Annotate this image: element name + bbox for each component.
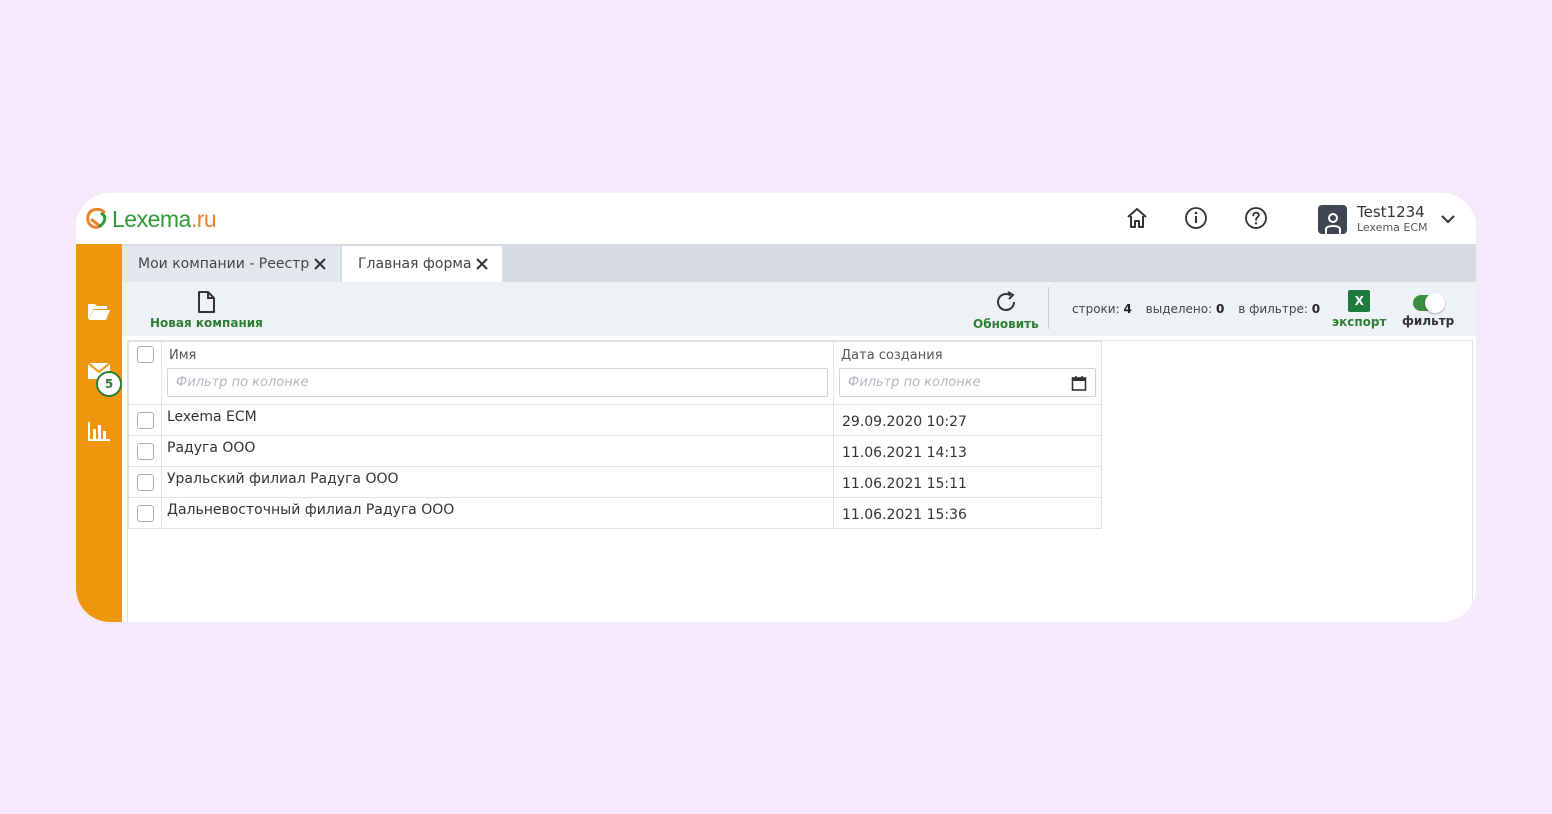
grid-stats: строки: 4 выделено: 0 в фильтре: 0 <box>1072 302 1330 316</box>
filtered-label: в фильтре: <box>1238 302 1308 316</box>
selected-value: 0 <box>1216 302 1225 316</box>
date-filter-input[interactable]: Фильтр по колонке <box>839 368 1096 397</box>
refresh-icon <box>996 291 1015 311</box>
refresh-button[interactable]: Обновить <box>973 290 1039 331</box>
tab-main-form[interactable]: Главная форма <box>342 246 502 282</box>
column-title-date: Дата создания <box>841 348 943 363</box>
rows-value: 4 <box>1123 302 1132 316</box>
table-row[interactable]: Радуга ООО 11.06.2021 14:13 <box>128 435 1102 467</box>
selected-label: выделено: <box>1145 302 1213 316</box>
select-all-cell <box>128 341 162 405</box>
column-title-name: Имя <box>169 348 197 363</box>
bar-chart-icon[interactable] <box>86 419 112 443</box>
row-select-cell <box>128 497 162 529</box>
refresh-label: Обновить <box>973 317 1039 331</box>
row-checkbox[interactable] <box>136 505 154 522</box>
help-icon[interactable] <box>1243 205 1269 231</box>
cell-date: 11.06.2021 15:11 <box>833 466 1102 498</box>
app-window: Lexema.ru Test1234 Lexema ECM 5 Мои комп… <box>76 193 1476 622</box>
cell-date: 11.06.2021 14:13 <box>833 435 1102 467</box>
user-icon <box>1324 212 1341 234</box>
filtered-value: 0 <box>1311 302 1321 316</box>
grid-container: Имя Фильтр по колонке Дата создания Филь… <box>127 340 1473 622</box>
cell-date: 29.09.2020 10:27 <box>833 404 1102 436</box>
new-company-button[interactable]: Новая компания <box>150 291 263 330</box>
column-header-date[interactable]: Дата создания Фильтр по колонке <box>833 341 1102 405</box>
cell-name: Дальневосточный филиал Радуга ООО <box>161 497 834 529</box>
user-org: Lexema ECM <box>1357 220 1428 234</box>
tab-bar: Мои компании - Реестр Главная форма <box>122 244 1476 282</box>
row-select-cell <box>128 435 162 467</box>
companies-grid: Имя Фильтр по колонке Дата создания Филь… <box>128 341 1102 529</box>
export-label: экспорт <box>1332 315 1387 329</box>
toolbar: Новая компания Обновить строки: 4 выделе… <box>122 282 1476 336</box>
row-select-cell <box>128 404 162 436</box>
close-icon[interactable] <box>312 256 328 272</box>
cell-date: 11.06.2021 15:36 <box>833 497 1102 529</box>
filter-label: фильтр <box>1402 314 1455 328</box>
table-row[interactable]: Уральский филиал Радуга ООО 11.06.2021 1… <box>128 466 1102 498</box>
cell-name: Lexema ECM <box>161 404 834 436</box>
logo[interactable]: Lexema.ru <box>84 203 217 235</box>
folder-open-icon[interactable] <box>86 299 112 323</box>
mail-count-badge: 5 <box>96 371 122 397</box>
top-header: Lexema.ru Test1234 Lexema ECM <box>76 193 1476 244</box>
tab-companies-registry[interactable]: Мои компании - Реестр <box>122 246 340 282</box>
excel-icon: X <box>1348 290 1371 312</box>
home-icon[interactable] <box>1124 205 1150 231</box>
avatar <box>1318 204 1347 234</box>
filter-placeholder: Фильтр по колонке <box>176 375 309 390</box>
calendar-icon[interactable] <box>1071 375 1087 391</box>
new-company-label: Новая компания <box>150 316 263 330</box>
lexema-logo-icon <box>86 207 107 229</box>
toolbar-divider <box>1048 287 1049 329</box>
filter-placeholder: Фильтр по колонке <box>848 375 981 390</box>
column-header-name[interactable]: Имя Фильтр по колонке <box>161 341 834 405</box>
info-icon[interactable] <box>1183 205 1209 231</box>
filter-toggle[interactable]: фильтр <box>1402 292 1454 328</box>
table-row[interactable]: Дальневосточный филиал Радуга ООО 11.06.… <box>128 497 1102 529</box>
row-checkbox[interactable] <box>136 412 154 429</box>
tab-label: Мои компании - Реестр <box>138 256 310 272</box>
filter-toggle-switch[interactable] <box>1413 293 1446 313</box>
close-icon[interactable] <box>474 256 490 272</box>
user-menu[interactable]: Test1234 Lexema ECM <box>1318 203 1456 235</box>
cell-name: Радуга ООО <box>161 435 834 467</box>
export-button[interactable]: X экспорт <box>1332 290 1386 329</box>
row-select-cell <box>128 466 162 498</box>
select-all-checkbox[interactable] <box>136 346 154 363</box>
rows-label: строки: <box>1072 302 1120 316</box>
chevron-down-icon[interactable] <box>1440 211 1456 227</box>
row-checkbox[interactable] <box>136 443 154 460</box>
cell-name: Уральский филиал Радуга ООО <box>161 466 834 498</box>
row-checkbox[interactable] <box>136 474 154 491</box>
user-name: Test1234 <box>1357 202 1425 221</box>
logo-text: Lexema.ru <box>112 205 217 232</box>
name-filter-input[interactable]: Фильтр по колонке <box>167 368 828 397</box>
table-row[interactable]: Lexema ECM 29.09.2020 10:27 <box>128 404 1102 436</box>
tab-label: Главная форма <box>358 256 472 272</box>
sidebar: 5 <box>76 244 122 622</box>
new-document-icon <box>198 291 216 313</box>
